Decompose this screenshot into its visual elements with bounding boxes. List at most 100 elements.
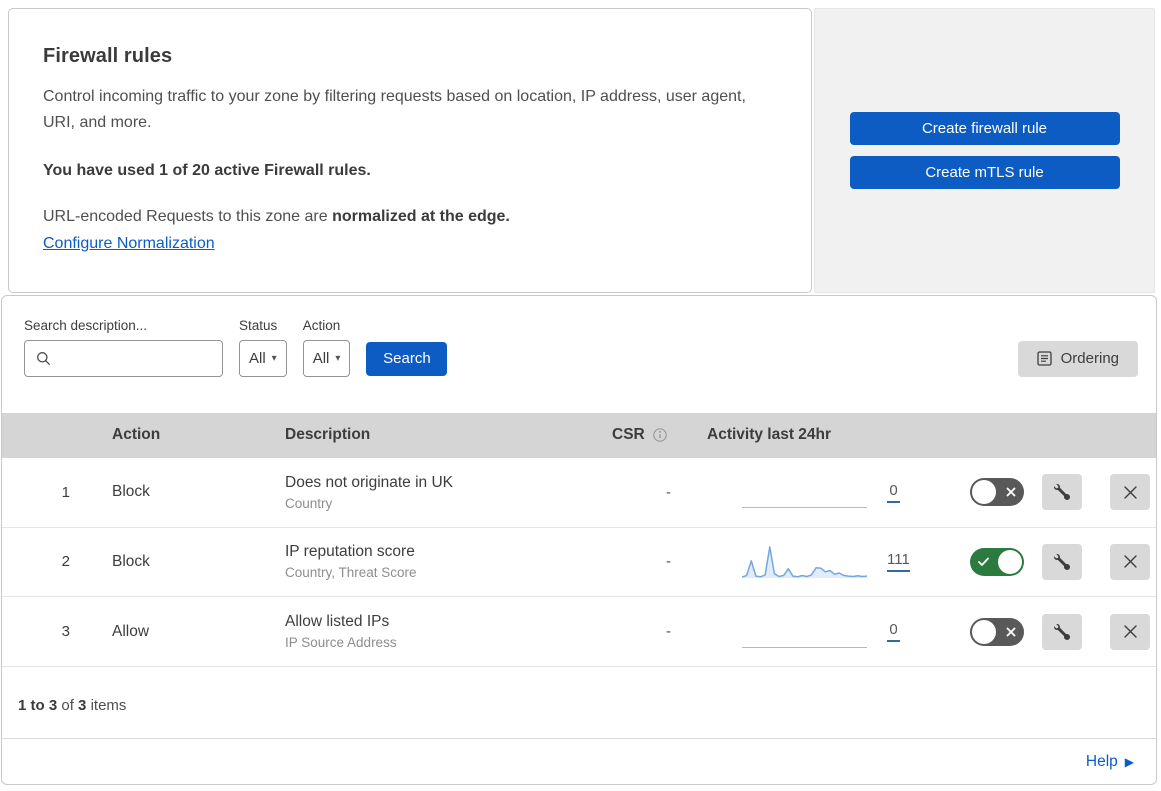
ordering-button-label: Ordering <box>1060 350 1119 368</box>
activity-sparkline-chart <box>741 543 868 581</box>
rule-description: IP reputation score <box>285 543 415 561</box>
page-title: Firewall rules <box>43 45 173 67</box>
search-field: Search description... <box>24 318 223 377</box>
page-description: Control incoming traffic to your zone by… <box>43 88 746 131</box>
action-column-header: Action <box>112 426 161 444</box>
search-button[interactable]: Search <box>366 341 448 376</box>
close-icon <box>1123 625 1137 638</box>
search-label: Search description... <box>24 317 148 333</box>
items-total: 3 <box>78 697 87 715</box>
rule-description: Does not originate in UK <box>285 473 454 491</box>
rule-description-cell: Does not originate in UK Country <box>267 474 587 511</box>
rule-action: Allow <box>112 622 150 640</box>
normalization-note: URL-encoded Requests to this zone are no… <box>43 208 755 226</box>
toggle-off-x-icon <box>1006 487 1016 497</box>
rule-enabled-toggle[interactable] <box>970 478 1024 507</box>
rules-card: Search description... Status All ▾ Actio… <box>1 295 1157 785</box>
toggle-on-check-icon <box>978 557 989 566</box>
rule-controls <box>937 474 1156 511</box>
triangle-right-icon: ▶ <box>1124 754 1134 769</box>
status-label: Status <box>239 317 278 333</box>
create-firewall-rule-button[interactable]: Create firewall rule <box>849 112 1120 145</box>
sparkline-fill <box>742 546 867 578</box>
activity-column-header: Activity last 24hr <box>707 426 832 444</box>
help-row: Help ▶ <box>2 738 1156 784</box>
action-field: Action All ▾ <box>302 317 351 377</box>
status-field: Status All ▾ <box>239 318 287 377</box>
activity-sparkline-flat <box>742 473 867 511</box>
rule-fields: Country <box>285 495 333 511</box>
info-icon[interactable] <box>652 427 668 443</box>
delete-rule-button[interactable] <box>1110 543 1150 580</box>
close-icon <box>1123 555 1137 569</box>
table-row: 1 Block Does not originate in UK Country… <box>2 457 1156 528</box>
csr-column-label: CSR <box>612 426 645 444</box>
rule-enabled-toggle[interactable] <box>970 617 1024 646</box>
intro-card: Firewall rules Control incoming traffic … <box>8 8 812 293</box>
usage-summary: You have used 1 of 20 active Firewall ru… <box>43 161 371 179</box>
items-range: 1 to 3 <box>18 697 58 715</box>
toggle-knob <box>972 619 996 644</box>
edit-rule-button[interactable] <box>1042 474 1082 511</box>
toggle-off-x-icon <box>1006 627 1016 637</box>
rule-enabled-toggle[interactable] <box>970 547 1024 576</box>
items-label: items <box>90 697 127 715</box>
activity-count-link[interactable]: 0 <box>887 482 900 503</box>
table-row: 3 Allow Allow listed IPs IP Source Addre… <box>2 597 1156 668</box>
wrench-icon <box>1054 553 1070 570</box>
help-link-label: Help <box>1085 752 1118 770</box>
rule-controls <box>937 613 1156 650</box>
rule-fields: IP Source Address <box>285 635 397 651</box>
ordering-icon <box>1036 351 1052 366</box>
rule-description: Allow listed IPs <box>285 613 390 631</box>
rule-action: Block <box>112 552 150 570</box>
rule-csr-value: - <box>666 623 671 641</box>
search-icon <box>37 351 50 365</box>
items-count: 1 to 3 of 3 items <box>2 667 1156 738</box>
normalization-bold-text: normalized at the edge. <box>332 207 510 225</box>
rule-description-cell: IP reputation score Country, Threat Scor… <box>267 543 587 580</box>
delete-rule-button[interactable] <box>1110 613 1150 650</box>
activity-count-link[interactable]: 111 <box>887 551 910 573</box>
normalization-text: URL-encoded Requests to this zone are <box>43 207 333 225</box>
help-link[interactable]: Help ▶ <box>1086 753 1134 771</box>
rule-csr-value: - <box>666 553 671 571</box>
toggle-knob <box>972 480 996 505</box>
csr-column-header: CSR <box>587 426 697 444</box>
rule-activity-cell: 0 <box>697 613 937 651</box>
sparkline-line <box>741 546 868 578</box>
rule-priority: 2 <box>61 553 70 571</box>
ordering-button[interactable]: Ordering <box>1017 340 1138 377</box>
actions-panel: Create firewall rule Create mTLS rule <box>814 8 1155 293</box>
search-input[interactable] <box>24 339 223 377</box>
action-select[interactable]: All ▾ <box>302 339 351 377</box>
action-select-value: All <box>312 349 330 367</box>
rule-fields: Country, Threat Score <box>285 565 417 581</box>
edit-rule-button[interactable] <box>1042 613 1082 650</box>
rule-priority: 3 <box>61 623 70 641</box>
chevron-down-icon: ▾ <box>271 352 277 364</box>
toggle-knob <box>998 549 1022 574</box>
rule-action: Block <box>112 483 150 501</box>
items-of-text: of <box>61 697 74 715</box>
search-box <box>24 339 223 377</box>
create-mtls-rule-button[interactable]: Create mTLS rule <box>849 156 1120 189</box>
rule-priority: 1 <box>61 483 70 501</box>
edit-rule-button[interactable] <box>1042 543 1082 580</box>
delete-rule-button[interactable] <box>1110 474 1150 511</box>
close-icon <box>1123 485 1137 499</box>
rule-controls <box>937 543 1156 580</box>
configure-normalization-link[interactable]: Configure Normalization <box>43 235 215 252</box>
rule-csr-value: - <box>666 483 671 501</box>
chevron-down-icon: ▾ <box>335 352 341 364</box>
rule-activity-cell: 0 <box>697 473 937 511</box>
table-header: Action Description CSR Activity last 24h… <box>2 412 1156 458</box>
status-select-value: All <box>249 349 266 367</box>
table-row: 2 Block IP reputation score Country, Thr… <box>2 527 1156 598</box>
wrench-icon <box>1054 623 1070 640</box>
filter-bar: Search description... Status All ▾ Actio… <box>2 296 1156 413</box>
wrench-icon <box>1054 484 1070 501</box>
status-select[interactable]: All ▾ <box>239 339 287 377</box>
action-label: Action <box>302 317 341 333</box>
activity-count-link[interactable]: 0 <box>887 621 900 643</box>
